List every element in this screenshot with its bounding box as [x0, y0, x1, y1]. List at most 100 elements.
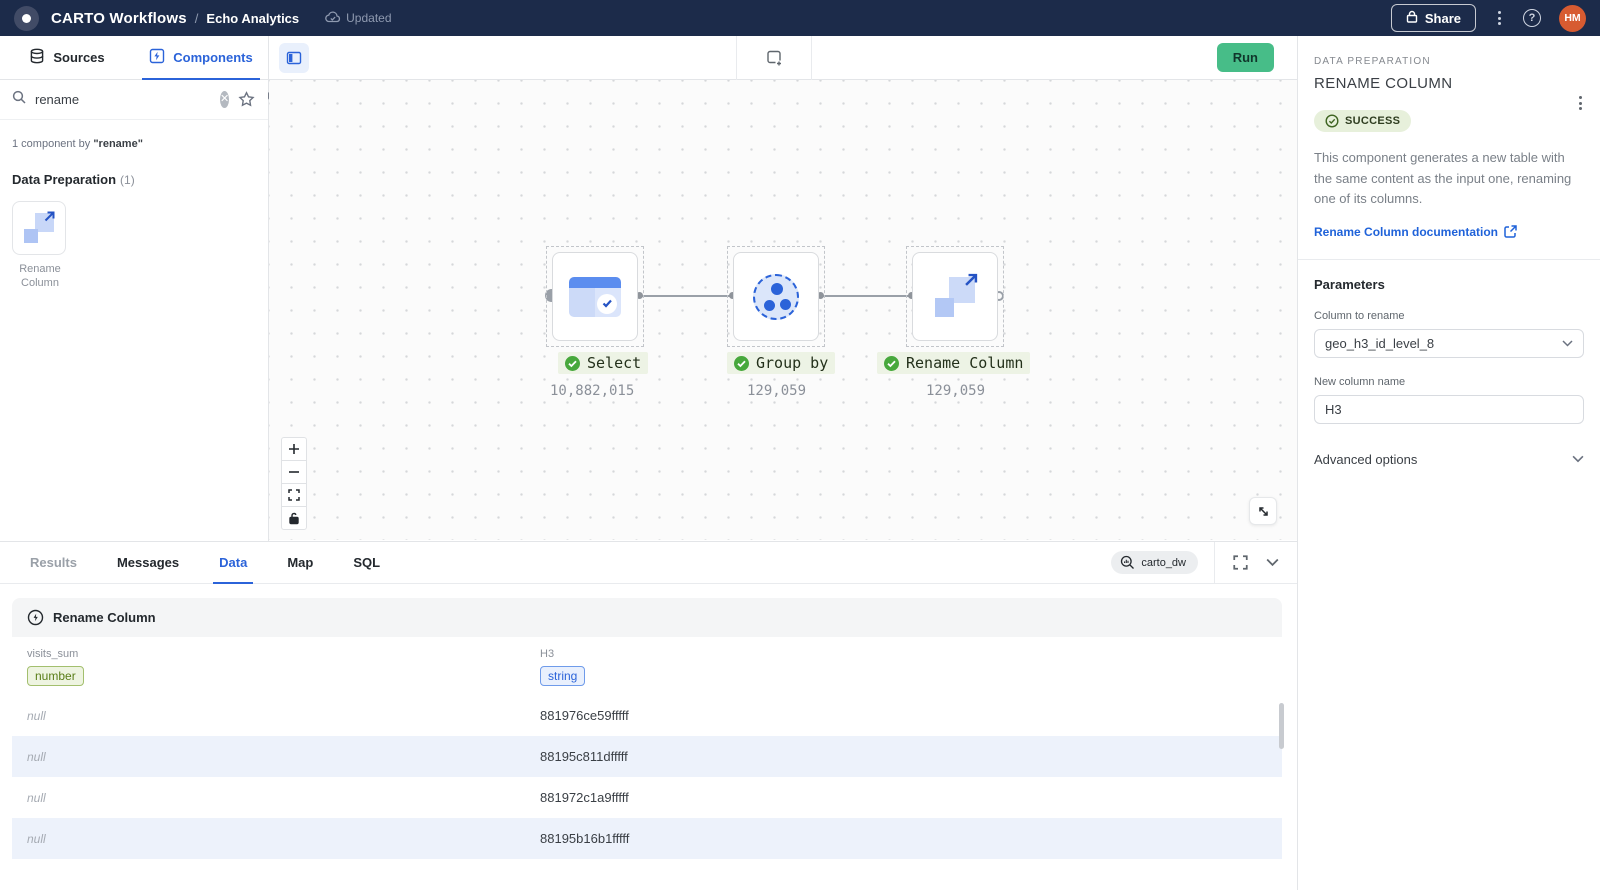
- run-button[interactable]: Run: [1217, 43, 1274, 72]
- node-rename-count: 129,059: [926, 383, 985, 399]
- tab-map[interactable]: Map: [267, 542, 333, 584]
- column-name: H3: [540, 648, 1282, 660]
- expand-panel-button[interactable]: [1233, 555, 1248, 570]
- node-select-count: 10,882,015: [550, 383, 634, 399]
- cloud-check-icon: [325, 11, 341, 26]
- fit-view-button[interactable]: [281, 483, 307, 507]
- component-card-label: Rename Column: [12, 262, 68, 291]
- advanced-options-toggle[interactable]: Advanced options: [1314, 452, 1584, 467]
- search-input[interactable]: [35, 92, 211, 107]
- node-inspector-panel: DATA PREPARATION RENAME COLUMN SUCCESS T…: [1297, 36, 1600, 890]
- column-name: visits_sum: [27, 648, 540, 660]
- chevron-down-icon: [1562, 340, 1573, 347]
- tab-data[interactable]: Data: [199, 542, 267, 584]
- node-select-label: Select: [558, 352, 648, 374]
- column-type-badge: number: [27, 666, 84, 686]
- sidebar-tabs: Sources Components: [0, 36, 268, 80]
- canvas-toolbar: Run: [269, 36, 1297, 80]
- new-column-name-input[interactable]: [1314, 395, 1584, 424]
- save-status-label: Updated: [346, 11, 391, 25]
- column-type-badge: string: [540, 666, 585, 686]
- groupby-node-icon: [753, 274, 799, 320]
- node-groupby-label: Group by: [727, 352, 835, 374]
- avatar[interactable]: HM: [1559, 5, 1586, 32]
- chevron-down-icon: [1572, 455, 1584, 463]
- table-row[interactable]: null 88195c811dfffff: [12, 736, 1282, 777]
- table-row[interactable]: null 881976ce59fffff: [12, 695, 1282, 736]
- tab-messages[interactable]: Messages: [97, 542, 199, 584]
- category-heading: Data Preparation(1): [0, 150, 268, 187]
- toggle-sidebar-button[interactable]: [279, 43, 309, 73]
- component-description: This component generates a new table wit…: [1314, 148, 1584, 210]
- node-rename-label: Rename Column: [877, 352, 1030, 374]
- favorites-filter-button[interactable]: [238, 91, 255, 108]
- documentation-link[interactable]: Rename Column documentation: [1314, 225, 1517, 239]
- lock-canvas-button[interactable]: [281, 506, 307, 530]
- tab-sources[interactable]: Sources: [0, 36, 134, 79]
- lock-icon: [1406, 10, 1418, 26]
- new-column-name-label: New column name: [1314, 376, 1584, 388]
- column-to-rename-select[interactable]: geo_h3_id_level_8: [1314, 329, 1584, 358]
- search-icon: [12, 90, 26, 109]
- add-annotation-button[interactable]: [737, 36, 811, 80]
- more-options-button[interactable]: [1494, 7, 1505, 29]
- data-preview-table: Rename Column visits_sum number H3 strin…: [12, 598, 1282, 859]
- database-icon: [29, 48, 45, 67]
- app-title: CARTO Workflows: [51, 10, 187, 27]
- success-check-icon: [1325, 114, 1339, 128]
- node-groupby-count: 129,059: [747, 383, 806, 399]
- table-scrollbar[interactable]: [1279, 703, 1284, 749]
- components-icon: [149, 48, 165, 67]
- inspector-options-button[interactable]: [1575, 92, 1586, 114]
- top-bar: CARTO Workflows / Echo Analytics Updated: [0, 0, 1600, 36]
- share-button[interactable]: Share: [1391, 4, 1476, 32]
- node-groupby[interactable]: [733, 252, 819, 341]
- search-result-summary: 1 component by "rename": [0, 120, 268, 150]
- success-check-icon: [565, 356, 580, 371]
- divider: [1214, 542, 1215, 584]
- tab-components[interactable]: Components: [134, 36, 268, 79]
- clear-search-icon[interactable]: ✕: [220, 91, 229, 108]
- workflow-canvas-area: Run: [269, 36, 1297, 541]
- expand-canvas-button[interactable]: [1249, 497, 1277, 525]
- tab-results[interactable]: Results: [10, 542, 97, 584]
- select-node-icon: [569, 277, 621, 317]
- table-row[interactable]: null 88195b16b1fffff: [12, 818, 1282, 859]
- tab-sources-label: Sources: [53, 50, 104, 65]
- zoom-controls: [281, 437, 307, 530]
- workflow-canvas[interactable]: Select 10,882,015 Group by 129,059: [269, 80, 1297, 540]
- zoom-out-button[interactable]: [281, 460, 307, 484]
- table-rows: null 881976ce59fffff null 88195c811dffff…: [12, 695, 1282, 859]
- help-button[interactable]: ?: [1523, 9, 1541, 27]
- column-to-rename-label: Column to rename: [1314, 310, 1584, 322]
- parameters-heading: Parameters: [1314, 277, 1584, 292]
- results-tabs: Results Messages Data Map SQL carto_dw: [0, 542, 1297, 584]
- tab-components-label: Components: [173, 50, 252, 65]
- workflow-name[interactable]: Echo Analytics: [206, 11, 299, 26]
- success-check-icon: [734, 356, 749, 371]
- component-card-rename-column[interactable]: Rename Column: [12, 201, 68, 291]
- table-column-headers: visits_sum number H3 string: [12, 637, 1282, 686]
- save-status: Updated: [325, 11, 391, 26]
- table-row[interactable]: null 881972c1a9fffff: [12, 777, 1282, 818]
- rename-node-icon: [935, 277, 975, 317]
- breadcrumb-separator: /: [195, 11, 199, 26]
- edge-select-groupby: [641, 295, 733, 297]
- share-label: Share: [1425, 11, 1461, 26]
- carto-logo-icon: [14, 6, 39, 31]
- rename-column-icon: [12, 201, 66, 255]
- success-check-icon: [884, 356, 899, 371]
- data-explorer-icon: [1120, 555, 1135, 570]
- carto-workflows-app: CARTO Workflows / Echo Analytics Updated: [0, 0, 1600, 890]
- node-select[interactable]: [552, 252, 638, 341]
- zoom-in-button[interactable]: [281, 437, 307, 461]
- edge-groupby-rename: [822, 295, 912, 297]
- status-badge: SUCCESS: [1314, 110, 1411, 132]
- divider: [1298, 259, 1600, 260]
- table-section-header[interactable]: Rename Column: [12, 598, 1282, 637]
- node-rename-column[interactable]: [912, 252, 998, 341]
- connection-badge[interactable]: carto_dw: [1111, 551, 1198, 574]
- collapse-panel-button[interactable]: [1266, 558, 1279, 567]
- tab-sql[interactable]: SQL: [333, 542, 400, 584]
- inspector-title: RENAME COLUMN: [1314, 75, 1584, 92]
